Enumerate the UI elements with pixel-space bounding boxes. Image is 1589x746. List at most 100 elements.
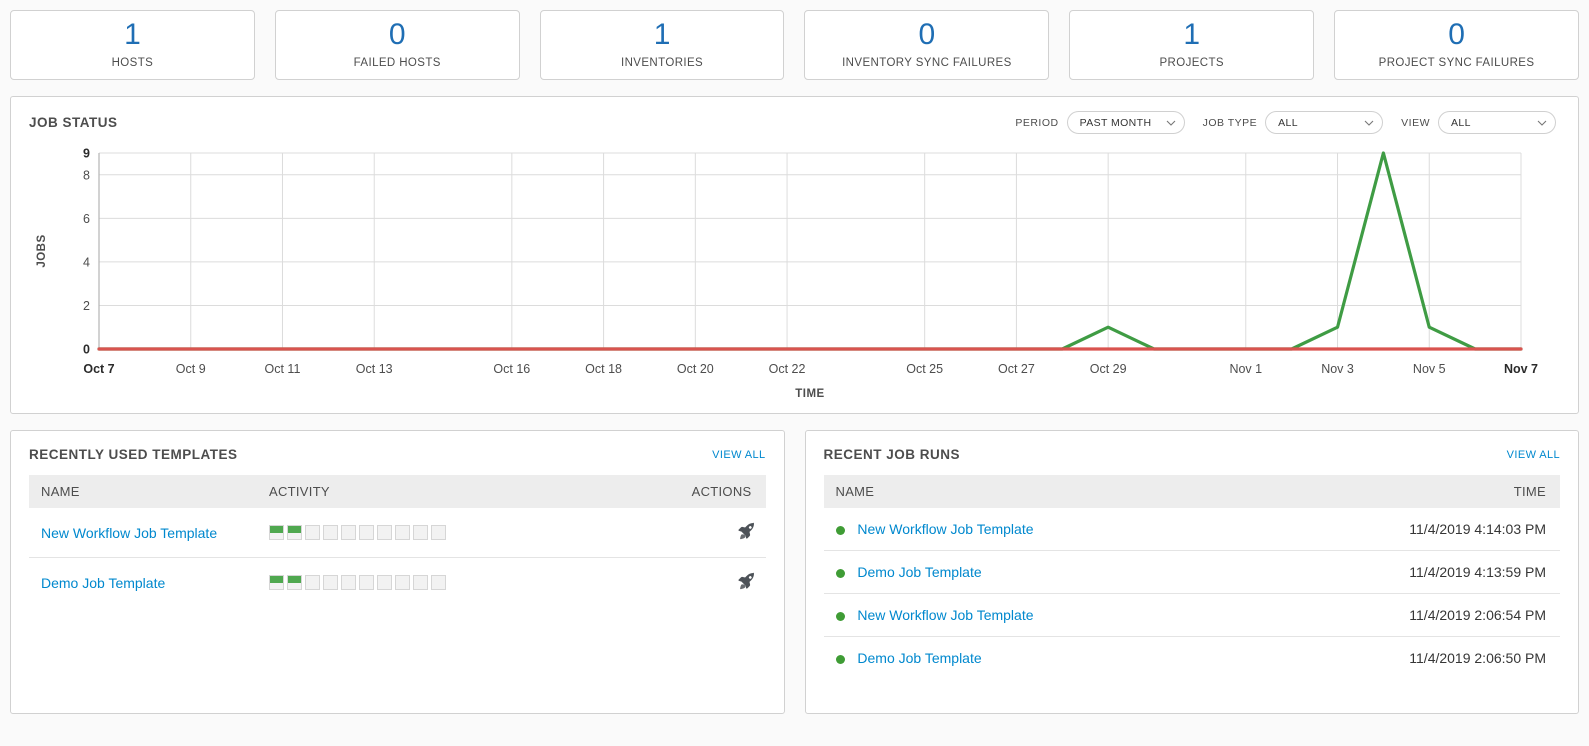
activity-cell — [323, 525, 338, 540]
activity-cell — [269, 525, 284, 540]
recent-job-runs-header: RECENT JOB RUNS VIEW ALL — [806, 431, 1579, 475]
job-run-time: 11/4/2019 2:06:50 PM — [1409, 650, 1546, 666]
x-axis-title: TIME — [795, 388, 824, 400]
x-axis-tick-label: Oct 11 — [265, 362, 301, 376]
job-run-name-link[interactable]: Demo Job Template — [857, 650, 981, 666]
template-name-link[interactable]: Demo Job Template — [41, 575, 165, 591]
table-row: Demo Job Template 11/4/2019 2:06:50 PM — [824, 637, 1561, 680]
summary-card-label: INVENTORIES — [620, 56, 704, 69]
activity-cell — [359, 575, 374, 590]
view-select-value: ALL — [1451, 116, 1471, 129]
summary-card-count: 1 — [124, 17, 141, 51]
job-run-name-link[interactable]: New Workflow Job Template — [857, 607, 1033, 623]
chevron-down-icon — [1364, 118, 1374, 127]
job-runs-column-name: NAME — [823, 475, 1253, 508]
filter-job-type-label: JOB TYPE — [1202, 116, 1258, 129]
recent-job-runs-title: RECENT JOB RUNS — [823, 447, 961, 462]
job-runs-table: NAME TIME New Workflow Job Template 11/4… — [823, 475, 1561, 680]
table-header-row: NAME ACTIVITY ACTIONS — [29, 475, 766, 508]
job-runs-column-time: TIME — [1252, 475, 1560, 508]
x-axis-tick-label: Oct 27 — [998, 362, 1035, 376]
table-row: New Workflow Job Template 11/4/2019 2:06… — [823, 593, 1560, 637]
job-status-panel: JOB STATUS PERIOD PAST MONTH JOB TYPE AL… — [10, 96, 1579, 414]
x-axis-tick-label: Oct 9 — [176, 362, 206, 376]
recently-used-templates-title: RECENTLY USED TEMPLATES — [29, 447, 238, 462]
x-axis-tick-label: Nov 1 — [1229, 362, 1262, 376]
filter-job-type: JOB TYPE ALL — [1203, 111, 1384, 134]
activity-cell — [287, 575, 302, 590]
x-axis-tick-label: Oct 25 — [906, 362, 943, 376]
activity-cell — [305, 525, 320, 540]
view-select[interactable]: ALL — [1438, 111, 1556, 134]
activity-cell — [413, 575, 428, 590]
activity-cell — [413, 525, 428, 540]
recently-used-templates-panel: RECENTLY USED TEMPLATES VIEW ALL NAME AC… — [10, 430, 785, 714]
summary-card-inventory-sync-failures[interactable]: 0 INVENTORY SYNC FAILURES — [804, 10, 1050, 80]
status-badge — [835, 568, 845, 578]
y-axis-tick-label: 2 — [83, 299, 90, 313]
job-status-chart: Oct 7 Oct 9 Oct 11 Oct 13 Oct 16 Oct 18 Oct 20… — [11, 141, 1578, 409]
filter-period-label: PERIOD — [1015, 116, 1059, 129]
status-badge — [835, 611, 845, 621]
summary-card-inventories[interactable]: 1 INVENTORIES — [539, 10, 785, 80]
table-row: Demo Job Template 11/4/2019 4:13:59 PM — [823, 550, 1560, 594]
x-axis-tick-label: Nov 5 — [1413, 362, 1446, 376]
table-row: New Workflow Job Template 11/4/2019 4:14… — [823, 508, 1560, 551]
table-row: Demo Job Template — [29, 558, 766, 608]
summary-card-project-sync-failures[interactable]: 0 PROJECT SYNC FAILURES — [1334, 10, 1579, 80]
summary-card-label: PROJECT SYNC FAILURES — [1378, 56, 1535, 69]
summary-card-hosts[interactable]: 1 HOSTS — [10, 10, 255, 80]
y-axis-tick-label: 9 — [83, 147, 90, 161]
summary-card-count: 0 — [388, 17, 406, 51]
activity-cell — [395, 525, 410, 540]
recently-used-templates-header: RECENTLY USED TEMPLATES VIEW ALL — [11, 431, 784, 475]
chevron-down-icon — [1537, 118, 1547, 127]
y-axis-tick-label: 6 — [83, 212, 90, 226]
template-name-link[interactable]: New Workflow Job Template — [41, 525, 217, 541]
job-status-filters: PERIOD PAST MONTH JOB TYPE ALL VIEW ALL — [1015, 111, 1560, 134]
job-run-name-link[interactable]: Demo Job Template — [857, 564, 981, 580]
templates-column-activity: ACTIVITY — [269, 475, 620, 508]
filter-view: VIEW ALL — [1401, 111, 1556, 134]
x-axis-tick-label: Oct 22 — [769, 362, 806, 376]
x-axis-tick-label: Nov 7 — [1504, 362, 1538, 376]
templates-view-all-link[interactable]: VIEW ALL — [712, 449, 765, 461]
y-axis-tick-label: 4 — [83, 255, 90, 269]
summary-card-failed-hosts[interactable]: 0 FAILED HOSTS — [274, 10, 520, 80]
summary-card-projects[interactable]: 1 PROJECTS — [1069, 10, 1315, 80]
job-runs-view-all-link[interactable]: VIEW ALL — [1507, 449, 1560, 461]
summary-card-label: HOSTS — [111, 56, 154, 69]
job-run-time: 11/4/2019 4:13:59 PM — [1252, 550, 1560, 594]
y-axis-tick-label: 0 — [83, 343, 90, 357]
activity-cell — [269, 575, 284, 590]
templates-column-actions: ACTIONS — [619, 475, 766, 508]
filter-view-label: VIEW — [1401, 116, 1430, 129]
activity-cell — [395, 575, 410, 590]
summary-card-count: 1 — [1183, 17, 1201, 51]
activity-cell — [431, 575, 446, 590]
activity-cell — [341, 525, 356, 540]
job-status-title: JOB STATUS — [29, 115, 118, 130]
templates-table-body: New Workflow Job Template Demo Job Templ… — [29, 508, 766, 607]
summary-card-label: FAILED HOSTS — [353, 56, 441, 69]
rocket-launch-icon[interactable] — [736, 571, 756, 594]
activity-cell — [431, 525, 446, 540]
x-axis-tick-label: Oct 20 — [677, 362, 714, 376]
chart-series-successful — [97, 151, 1523, 351]
period-select[interactable]: PAST MONTH — [1066, 111, 1185, 134]
rocket-launch-icon[interactable] — [736, 521, 756, 544]
activity-cell — [287, 525, 302, 540]
table-header-row: NAME TIME — [823, 475, 1560, 508]
job-run-name-link[interactable]: New Workflow Job Template — [857, 521, 1033, 537]
summary-card-label: INVENTORY SYNC FAILURES — [842, 56, 1012, 69]
summary-card-count: 0 — [918, 17, 936, 51]
summary-card-count: 0 — [1448, 17, 1465, 51]
job-type-select[interactable]: ALL — [1265, 111, 1384, 134]
activity-cell — [305, 575, 320, 590]
status-badge — [835, 525, 845, 535]
x-axis-tick-label: Oct 18 — [585, 362, 622, 376]
activity-cell — [377, 525, 392, 540]
activity-sparkline — [269, 575, 619, 590]
templates-column-name: NAME — [29, 475, 269, 508]
job-status-chart-svg: Oct 7 Oct 9 Oct 11 Oct 13 Oct 16 Oct 18 Oct 20… — [36, 147, 1538, 401]
